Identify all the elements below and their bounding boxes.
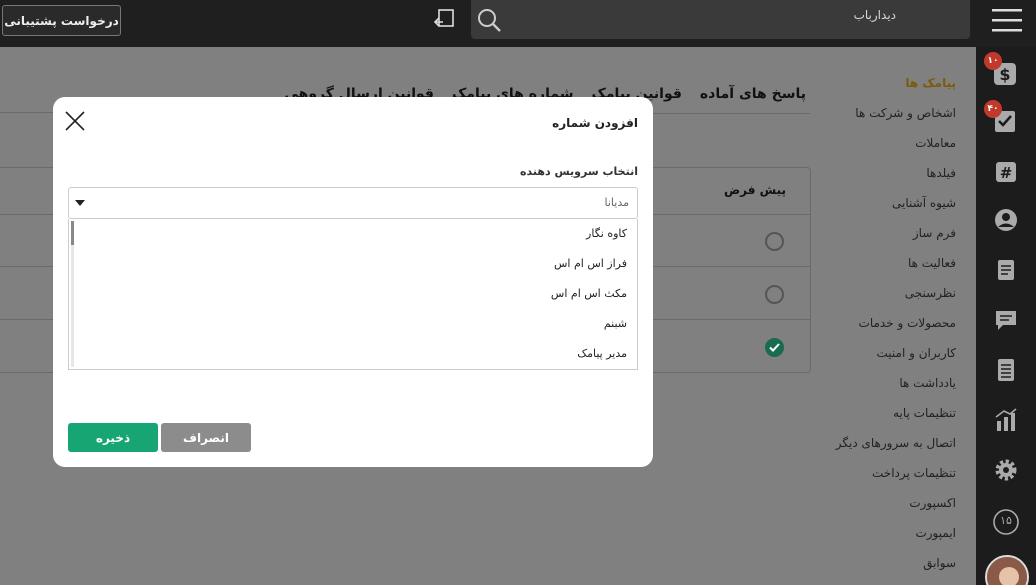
settings-nav: پیامک ها اشخاص و شرکت ها معاملات فیلدها شیوه… [816,68,956,578]
settings-nav-item[interactable]: سوابق [816,548,956,578]
settings-nav-item[interactable]: اشخاص و شرکت ها [816,98,956,128]
search-placeholder: دیدارباب [853,8,896,22]
cancel-button[interactable]: انصراف [161,423,251,452]
close-icon[interactable] [63,109,87,133]
settings-nav-item[interactable]: نظرسنجی [816,278,956,308]
settings-nav-item[interactable]: تنظیمات پایه [816,398,956,428]
dropdown-option[interactable]: مکث اس ام اس [551,287,627,300]
column-header-default: پیش فرض [723,183,786,197]
hamburger-menu-icon[interactable] [990,6,1024,34]
settings-nav-item[interactable]: تنظیمات پرداخت [816,458,956,488]
settings-nav-item[interactable]: ایمپورت [816,518,956,548]
search-icon[interactable] [475,6,503,34]
default-radio-row-1[interactable] [765,232,784,251]
settings-nav-item[interactable]: فیلدها [816,158,956,188]
exit-icon[interactable] [433,8,457,30]
list-icon[interactable] [991,355,1021,385]
icon-rail: $ ۱۰ ۴۰ # ۱۵ [976,47,1036,585]
document-icon[interactable] [991,255,1021,285]
settings-nav-item[interactable]: محصولات و خدمات [816,308,956,338]
dropdown-option[interactable]: فراز اس ام اس [554,257,627,270]
settings-nav-item[interactable]: معاملات [816,128,956,158]
provider-select-value: مدیانا [604,196,630,209]
settings-nav-item[interactable]: اتصال به سرورهای دیگر [816,428,956,458]
modal-title: افزودن شماره [552,116,638,130]
default-radio-row-2[interactable] [765,285,784,304]
provider-dropdown: کاوه نگار فراز اس ام اس مکث اس ام اس شبن… [68,219,638,370]
chevron-down-icon[interactable] [75,200,85,206]
svg-text:#: # [1000,164,1013,182]
provider-select[interactable]: مدیانا [68,187,638,219]
dropdown-scroll-track[interactable] [71,245,74,367]
dropdown-option[interactable]: کاوه نگار [586,227,627,240]
user-icon[interactable] [991,205,1021,235]
settings-nav-item[interactable]: فعالیت ها [816,248,956,278]
hashtag-icon[interactable]: # [991,157,1021,187]
dropdown-option[interactable]: شبنم [604,317,627,330]
settings-nav-item[interactable]: پیامک ها [816,68,956,98]
settings-nav-item[interactable]: شیوه آشنایی [816,188,956,218]
tab-ready-replies[interactable]: پاسخ های آماده [700,86,806,102]
avatar-image [987,557,1027,585]
provider-field-label: انتخاب سرویس دهنده [520,165,638,178]
settings-nav-item[interactable]: کاربران و امنیت [816,338,956,368]
chat-icon[interactable] [991,305,1021,335]
default-radio-row-3[interactable] [765,338,784,357]
task-badge: ۴۰ [984,100,1002,118]
chart-icon[interactable] [991,405,1021,435]
settings-nav-item[interactable]: یادداشت ها [816,368,956,398]
support-request-button[interactable]: درخواست پشتیبانی [2,5,121,36]
circle-number-label: ۱۵ [1000,514,1012,527]
check-icon [769,343,780,352]
add-number-modal: افزودن شماره انتخاب سرویس دهنده مدیانا ک… [53,97,653,467]
dollar-badge: ۱۰ [984,52,1002,70]
save-button[interactable]: ذخیره [68,423,158,452]
dropdown-option[interactable]: مدیر پیامک [577,347,627,360]
gear-icon[interactable] [991,455,1021,485]
search-input[interactable]: دیدارباب [471,0,970,39]
settings-nav-item[interactable]: اکسپورت [816,488,956,518]
top-bar: درخواست پشتیبانی دیدارباب [0,0,1036,47]
settings-nav-item[interactable]: فرم ساز [816,218,956,248]
svg-text:$: $ [999,65,1010,84]
dropdown-scrollbar[interactable] [71,221,74,245]
